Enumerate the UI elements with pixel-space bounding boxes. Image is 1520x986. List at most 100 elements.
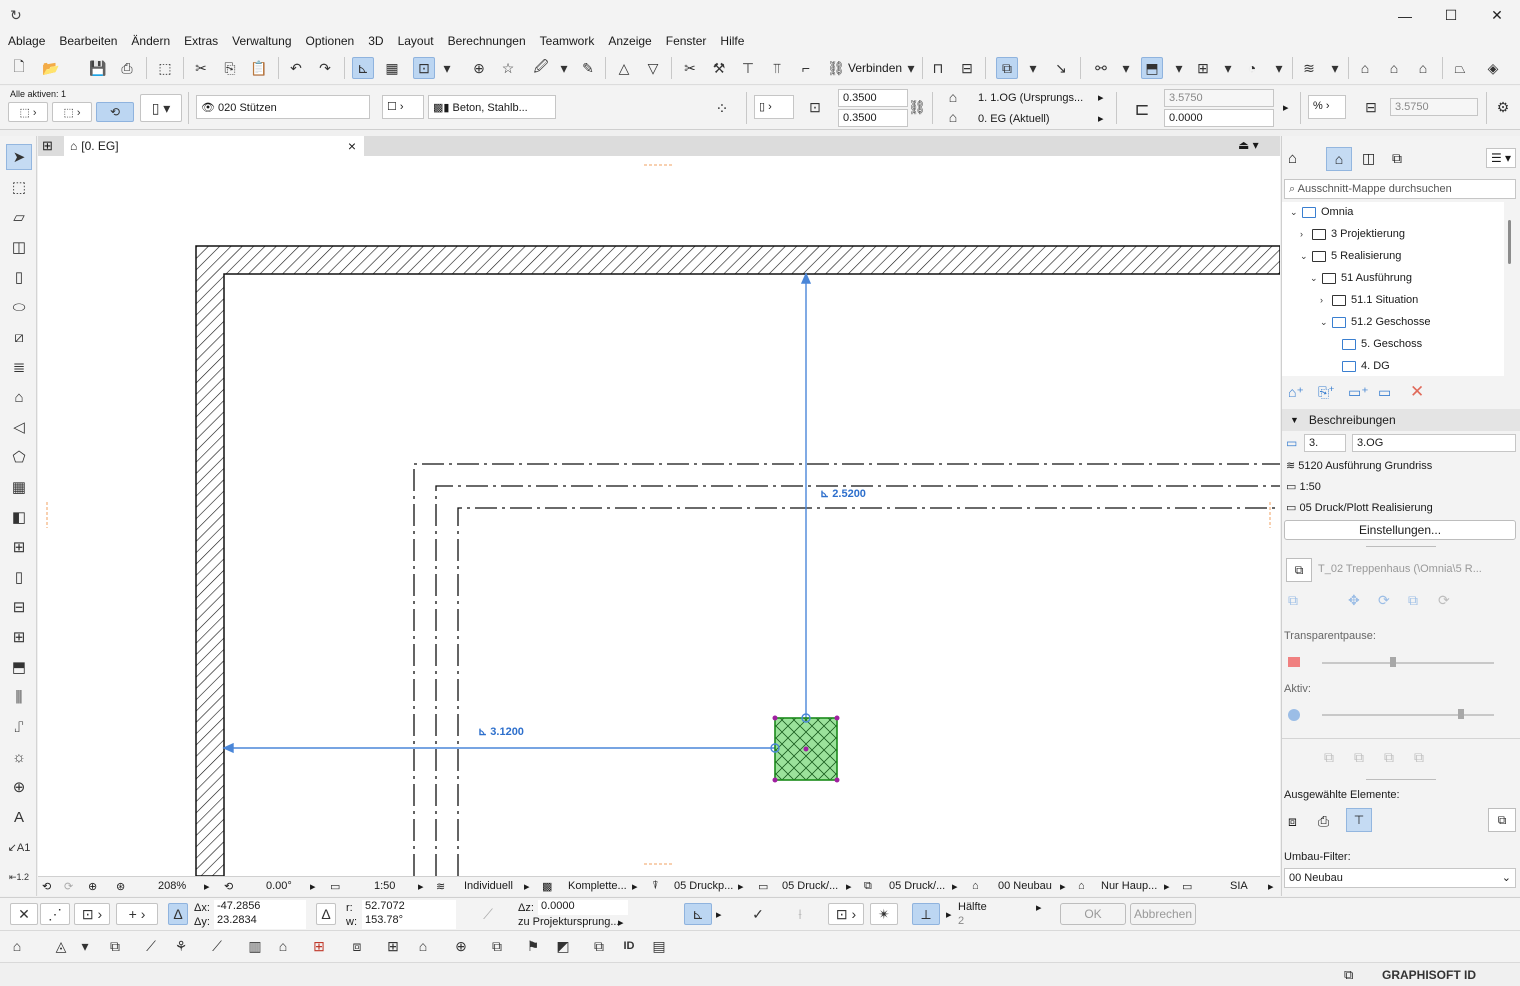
raise-icon[interactable]: △ [613, 57, 635, 79]
zoom-icon[interactable]: ⊛ [116, 880, 125, 893]
morph-tool-icon[interactable]: ⬠ [6, 444, 32, 470]
chevron-right-icon[interactable]: ▸ [1060, 880, 1066, 893]
house-plan-icon[interactable]: ⌂ [1383, 57, 1405, 79]
shape-select[interactable]: ▯ › [754, 95, 794, 119]
tree-item[interactable]: 4. DG [1330, 360, 1390, 372]
view-id-input[interactable]: 3. [1304, 434, 1346, 452]
railing-tool-icon[interactable]: ⫼ [6, 684, 32, 710]
new-view-icon[interactable]: ⌂⁺ [1288, 384, 1304, 401]
connect-label[interactable]: Verbinden [848, 61, 902, 75]
renovation-filter-icon[interactable]: ◬ [50, 935, 72, 957]
chevron-right-icon[interactable]: ▸ [1098, 112, 1104, 125]
trace-ref-icon[interactable]: ⊞ [308, 935, 330, 957]
cut-icon[interactable]: ✂ [190, 57, 212, 79]
color-wheel-icon[interactable] [1288, 709, 1300, 721]
source-view-icon[interactable]: ⧉ [1286, 558, 1312, 582]
aktiv-slider[interactable] [1322, 714, 1494, 716]
material-select[interactable]: ▩▮ Beton, Stahlb... [428, 95, 556, 119]
graphic-override-icon[interactable]: ⚘ [170, 935, 192, 957]
delta2-icon[interactable]: Δ [316, 903, 336, 925]
navigate-icon[interactable]: ⊕ [450, 935, 472, 957]
tree-item[interactable]: ⌄ 5 Realisierung [1300, 250, 1401, 262]
swap-icon[interactable]: ⧉ [1288, 592, 1298, 609]
brand-label[interactable]: GRAPHISOFT ID [1382, 968, 1476, 982]
chevron-right-icon[interactable]: ▸ [952, 880, 958, 893]
story-icon[interactable]: ⌂ [6, 935, 28, 957]
magic-wand-icon[interactable]: ✴ [870, 903, 898, 925]
marker-icon[interactable]: ◩ [552, 935, 574, 957]
zoom-in-icon[interactable]: ⊕ [88, 880, 97, 893]
chevron-down-icon[interactable]: ▾ [904, 57, 918, 79]
close-window-button[interactable]: ✕ [1474, 0, 1520, 31]
beschreibungen-header[interactable]: ▼ Beschreibungen [1282, 409, 1520, 431]
marquee-tool-icon[interactable]: ⬚ [6, 174, 32, 200]
tree-item[interactable]: 5. Geschoss [1330, 338, 1422, 350]
dim-label-vertical[interactable]: ⊾ 2.5200 [820, 487, 866, 500]
chevron-right-icon[interactable]: ▸ [1164, 880, 1170, 893]
schedule-icon[interactable]: ▤ [648, 935, 670, 957]
half-icon[interactable]: ⟂ [912, 903, 940, 925]
height2-input[interactable]: 3.5750 [1390, 98, 1478, 116]
elevation-icon[interactable]: ⊟ [956, 57, 978, 79]
chevron-right-icon[interactable]: ▸ [310, 880, 316, 893]
zoom-value[interactable]: 208% [158, 880, 186, 892]
chevron-down-icon[interactable]: ▾ [440, 57, 454, 79]
chevron-right-icon[interactable]: › [1300, 229, 1310, 239]
paste-icon[interactable]: 📋 [248, 57, 270, 79]
fill-icon[interactable]: ⌂ [272, 935, 294, 957]
snap-point-icon[interactable]: ✕ [10, 903, 38, 925]
floor-plan-canvas[interactable]: ⊾ 2.5200 ⊾ 3.1200 [38, 156, 1280, 876]
panel-tool-icon[interactable]: ⊞ [6, 624, 32, 650]
menu-aendern[interactable]: Ändern [131, 34, 170, 48]
scale-row[interactable]: ▭ 1:50 [1286, 480, 1321, 493]
split-icon[interactable]: ✂ [679, 57, 701, 79]
house-elev-icon[interactable]: ⌂ [1412, 57, 1434, 79]
view-options-icon[interactable]: ⏏ ▾ [1238, 138, 1259, 152]
measure-icon[interactable]: ⟋ [140, 935, 162, 957]
fillet-icon[interactable]: ⌐ [795, 57, 817, 79]
width-input[interactable]: 0.3500 [838, 89, 908, 107]
snap-guide-icon[interactable]: ⟊ [786, 903, 814, 925]
maximize-button[interactable]: ☐ [1428, 0, 1474, 31]
dash-dot-outline[interactable] [413, 463, 1280, 876]
structure-icon[interactable]: ⊞ [1192, 57, 1214, 79]
door2-tool-icon[interactable]: ▯ [6, 564, 32, 590]
syringe-icon[interactable]: ✎ [577, 57, 599, 79]
menu-verwaltung[interactable]: Verwaltung [232, 34, 291, 48]
dz-icon[interactable]: ⟋ [468, 903, 508, 925]
chevron-right-icon[interactable]: › [1320, 295, 1330, 305]
einstellungen-button[interactable]: Einstellungen... [1284, 520, 1516, 540]
selection-column-icon[interactable]: ⊤ [1346, 808, 1372, 832]
redo-zoom-icon[interactable]: ⟳ [64, 880, 73, 893]
menu-hilfe[interactable]: Hilfe [720, 34, 744, 48]
3d-view-icon[interactable]: ⏢ [1449, 57, 1471, 79]
pen-set-row[interactable]: ▭ 05 Druck/Plott Realisierung [1286, 501, 1433, 514]
aktiv-knob[interactable] [1458, 709, 1464, 719]
house-icon[interactable]: ⌂ [412, 935, 434, 957]
grid-icon[interactable]: ▦ [381, 57, 403, 79]
star-icon[interactable]: ☆ [497, 57, 519, 79]
skylight-tool-icon[interactable]: ⊟ [6, 594, 32, 620]
override-3-icon[interactable]: ⧉ [1384, 749, 1394, 766]
tree-item[interactable]: ⌄ Omnia [1290, 206, 1353, 218]
ok-button[interactable]: OK [1060, 903, 1126, 925]
renov-value[interactable]: 05 Druck/... [889, 880, 945, 892]
refresh-icon[interactable]: ⟳ [1438, 592, 1450, 609]
mirror-icon[interactable]: ⧉ [1408, 592, 1418, 609]
trace-icon[interactable]: ⧉ [104, 935, 126, 957]
top-story-value[interactable]: 1. 1.OG (Ursprungs... [978, 92, 1083, 104]
settings-view-icon[interactable]: ▭ [1378, 384, 1391, 401]
minimize-button[interactable]: — [1382, 0, 1428, 31]
tree-item[interactable]: ⌄ 51.2 Geschosse [1320, 316, 1431, 328]
link-icon[interactable]: ⚯ [1090, 57, 1112, 79]
move-icon[interactable]: ✥ [1348, 592, 1360, 609]
arrow-tool-icon[interactable]: ➤ [6, 144, 32, 170]
layer-select[interactable]: 👁 020 Stützen [196, 95, 370, 119]
selection-print-icon[interactable]: ⎙ [1318, 813, 1329, 830]
angle-value[interactable]: 0.00° [266, 880, 292, 892]
door-tool-icon[interactable]: ◫ [6, 234, 32, 260]
menu-ablage[interactable]: Ablage [8, 34, 45, 48]
selection-icon[interactable]: ⬚ › [8, 102, 48, 122]
transparency-slider[interactable] [1322, 662, 1494, 664]
renov2-value[interactable]: 00 Neubau [998, 880, 1052, 892]
